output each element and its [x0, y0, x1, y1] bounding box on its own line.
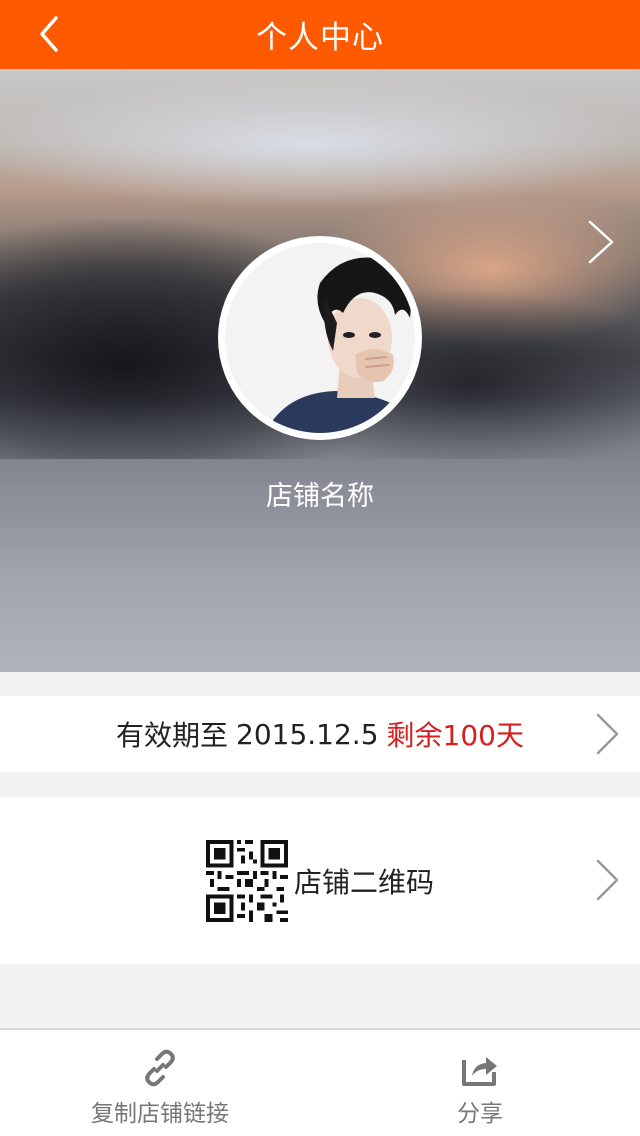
copy-link-label: 复制店铺链接: [91, 1101, 229, 1127]
store-name: 店铺名称: [266, 481, 374, 512]
share-label: 分享: [457, 1101, 503, 1127]
link-icon: [145, 1049, 175, 1087]
copy-link-button[interactable]: 复制店铺链接: [0, 1030, 320, 1136]
chevron-left-icon[interactable]: [30, 14, 70, 54]
expiry-date: 2015.12.5: [236, 717, 379, 751]
store-qr-row[interactable]: 店铺二维码: [0, 797, 640, 964]
share-icon: [462, 1057, 497, 1086]
profile-banner: 店铺名称: [0, 69, 640, 672]
page-title: 个人中心: [256, 20, 384, 56]
chevron-right-icon[interactable]: [584, 219, 618, 265]
avatar[interactable]: [218, 236, 422, 440]
avatar-photo: [225, 243, 415, 433]
chevron-right-icon: [596, 859, 619, 901]
bottom-action-bar: 复制店铺链接 分享: [0, 1028, 640, 1136]
store-qr-label: 店铺二维码: [293, 865, 434, 899]
top-navbar: 个人中心: [0, 0, 640, 69]
share-button[interactable]: 分享: [320, 1030, 640, 1136]
expiry-row[interactable]: 有效期至 2015.12.5 剩余100天: [0, 696, 640, 772]
qr-code-icon: [205, 839, 288, 922]
expiry-prefix: 有效期至: [116, 719, 229, 752]
remaining-days: 剩余100天: [386, 719, 524, 752]
chevron-right-icon: [596, 713, 619, 755]
